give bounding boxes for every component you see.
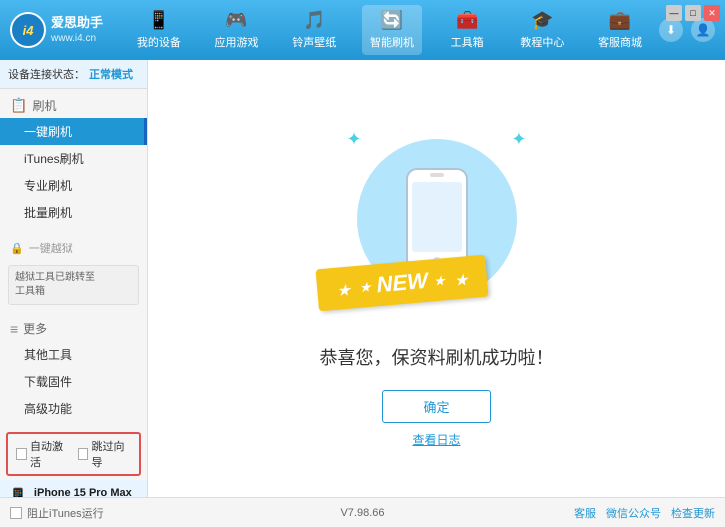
download-button[interactable]: ⬇ (659, 18, 683, 42)
service-icon: 💼 (609, 10, 631, 31)
sidebar-bottom: 自动激活 跳过向导 📱 iPhone 15 Pro Max 512GB iPho… (0, 422, 147, 497)
sidebar-item-other-tools[interactable]: 其他工具 (0, 341, 147, 368)
flash-group-header: 📋 刷机 (0, 93, 147, 118)
content-area: ✦ ✦ ★ (148, 60, 725, 497)
sparkle-top-right: ✦ (511, 129, 526, 150)
lock-icon: 🔒 (10, 242, 24, 255)
flash-group-icon: 📋 (10, 97, 27, 114)
success-text: 恭喜您，保资料刷机成功啦！ (320, 344, 554, 370)
sidebar-item-one-key-flash[interactable]: 一键刷机 (0, 118, 147, 145)
device-name: iPhone 15 Pro Max (34, 485, 132, 497)
logo-icon: i4 (10, 12, 46, 48)
sidebar-item-batch-flash[interactable]: 批量刷机 (0, 199, 147, 226)
logo-text: 爱思助手 www.i4.cn (51, 15, 103, 45)
header: i4 爱思助手 www.i4.cn 📱 我的设备 🎮 应用游戏 🎵 铃声壁纸 🔄 (0, 0, 725, 60)
flash-section: 📋 刷机 一键刷机 iTunes刷机 专业刷机 批量刷机 (0, 89, 147, 230)
close-button[interactable]: ✕ (704, 5, 720, 21)
ringtone-icon: 🎵 (303, 10, 325, 31)
phone-icon: 📱 (8, 487, 28, 497)
footer-wechat[interactable]: 微信公众号 (606, 505, 661, 521)
auto-activate-label: 自动激活 (30, 438, 70, 470)
sidebar-item-advanced[interactable]: 高级功能 (0, 395, 147, 422)
one-key-unlock-disabled: 🔒 一键越狱 (0, 236, 147, 260)
window-controls: — □ ✕ (666, 5, 720, 21)
nav-item-apps[interactable]: 🎮 应用游戏 (207, 5, 267, 55)
device-check-area: 自动激活 跳过向导 (6, 432, 141, 476)
device-info: iPhone 15 Pro Max 512GB iPhone (34, 485, 132, 497)
nav-item-ringtone[interactable]: 🎵 铃声壁纸 (284, 5, 344, 55)
confirm-button[interactable]: 确定 (382, 390, 490, 423)
itunes-checkbox[interactable] (10, 507, 22, 519)
maximize-button[interactable]: □ (685, 5, 701, 21)
success-image: ✦ ✦ ★ (327, 109, 547, 329)
nav-item-toolbox[interactable]: 🧰 工具箱 (440, 5, 495, 55)
sidebar: 设备连接状态： 正常模式 📋 刷机 一键刷机 iTunes刷机 专业刷机 批量刷… (0, 60, 148, 497)
auto-activate-checkbox[interactable] (16, 448, 27, 460)
log-link[interactable]: 查看日志 (412, 431, 460, 448)
auto-guide-checkbox[interactable] (78, 448, 89, 460)
notice-box: 越狱工具已跳转至 工具箱 (8, 265, 139, 305)
new-ribbon: ★ NEW ★ (315, 255, 488, 312)
status-bar: 设备连接状态： 正常模式 (0, 60, 147, 89)
sparkle-top-left: ✦ (347, 129, 362, 150)
footer-right: 客服 微信公众号 检查更新 (480, 505, 715, 521)
sidebar-item-pro-flash[interactable]: 专业刷机 (0, 172, 147, 199)
device-icon: 📱 (148, 10, 170, 31)
device-entry: 📱 iPhone 15 Pro Max 512GB iPhone (0, 480, 147, 497)
footer-left: 阻止iTunes运行 (10, 505, 245, 521)
auto-guide-label: 跳过向导 (91, 438, 131, 470)
more-icon: ≡ (10, 321, 18, 337)
nav-items: 📱 我的设备 🎮 应用游戏 🎵 铃声壁纸 🔄 智能刷机 🧰 工具箱 🎓 (120, 5, 659, 55)
footer-service[interactable]: 客服 (574, 505, 596, 521)
footer: 阻止iTunes运行 V7.98.66 客服 微信公众号 检查更新 (0, 497, 725, 527)
tutorial-icon: 🎓 (531, 10, 553, 31)
nav-item-my-device[interactable]: 📱 我的设备 (129, 5, 189, 55)
apps-icon: 🎮 (225, 10, 247, 31)
toolbox-icon: 🧰 (456, 10, 478, 31)
sidebar-item-download-firmware[interactable]: 下载固件 (0, 368, 147, 395)
footer-check-update[interactable]: 检查更新 (671, 505, 715, 521)
footer-center: V7.98.66 (245, 507, 480, 519)
version-label: V7.98.66 (340, 507, 384, 519)
header-right: ⬇ 👤 (659, 18, 715, 42)
main-area: 设备连接状态： 正常模式 📋 刷机 一键刷机 iTunes刷机 专业刷机 批量刷… (0, 60, 725, 497)
nav-item-service[interactable]: 💼 客服商城 (590, 5, 650, 55)
flash-icon: 🔄 (381, 10, 403, 31)
minimize-button[interactable]: — (666, 5, 682, 21)
more-group-header: ≡ 更多 (0, 316, 147, 341)
nav-item-tutorial[interactable]: 🎓 教程中心 (512, 5, 572, 55)
user-button[interactable]: 👤 (691, 18, 715, 42)
itunes-label: 阻止iTunes运行 (27, 505, 104, 521)
nav-item-smart-flash[interactable]: 🔄 智能刷机 (362, 5, 422, 55)
logo-area: i4 爱思助手 www.i4.cn (10, 12, 120, 48)
sidebar-item-itunes-flash[interactable]: iTunes刷机 (0, 145, 147, 172)
